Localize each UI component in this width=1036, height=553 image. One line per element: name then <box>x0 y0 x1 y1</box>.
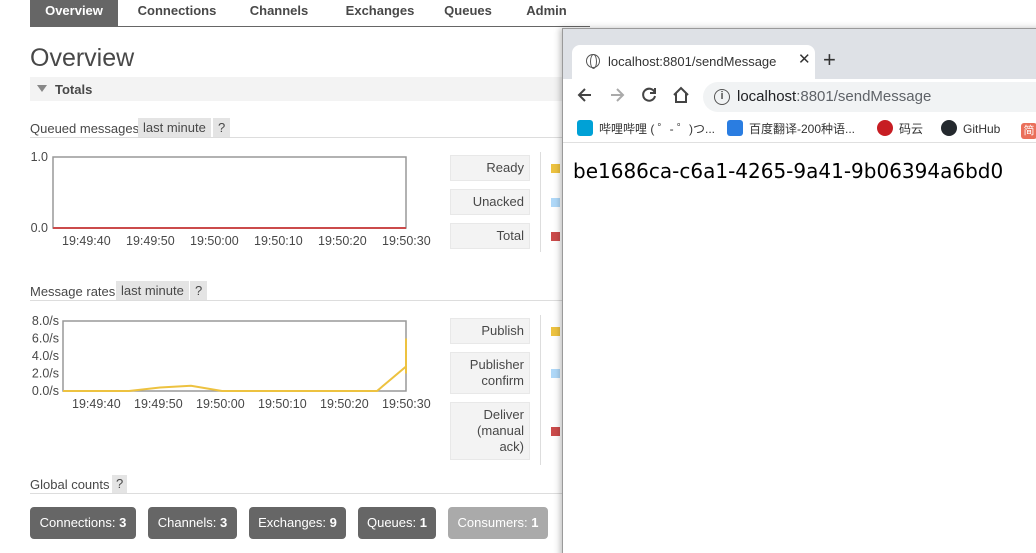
legend-publisher-confirm-swatch <box>551 369 560 378</box>
address-bar[interactable]: i localhost:8801/sendMessage <box>703 82 1036 112</box>
browser-tab-strip: localhost:8801/sendMessage ✕ + <box>563 29 1036 79</box>
legend-publisher-confirm-line-1: Publisher <box>469 357 524 372</box>
bookmark-bilibili-label: 哔哩哔哩 ( ゜- ゜)つ... <box>599 122 715 136</box>
bookmark-baidu-translate-label: 百度翻译-200种语... <box>749 122 856 136</box>
queued-x-tick-label: 19:50:20 <box>318 234 367 248</box>
queued-legend-divider <box>540 152 541 252</box>
legend-unacked: Unacked <box>450 189 530 215</box>
queued-x-tick-label: 19:49:50 <box>126 234 175 248</box>
tab-close-icon[interactable]: ✕ <box>798 50 811 68</box>
bookmark-baidu-translate[interactable]: 百度翻译-200种语... <box>727 120 855 137</box>
rates-x-tick-label: 19:50:20 <box>320 397 369 411</box>
count-exchanges-label: Exchanges: <box>258 515 327 530</box>
count-connections-button[interactable]: Connections: 3 <box>30 507 136 539</box>
count-consumers-button[interactable]: Consumers: 1 <box>448 507 548 539</box>
legend-ready-swatch <box>551 164 560 173</box>
home-icon[interactable] <box>671 85 691 105</box>
legend-publisher-confirm: Publisher confirm <box>450 352 530 394</box>
legend-deliver-swatch <box>551 427 560 436</box>
legend-publisher-confirm-line-2: confirm <box>481 373 524 388</box>
global-counts-help-button[interactable]: ? <box>112 475 128 493</box>
github-icon <box>941 120 957 136</box>
count-channels-value: 3 <box>219 515 228 530</box>
global-counts-header: Global counts ? <box>30 474 570 494</box>
site-info-icon[interactable]: i <box>714 89 730 105</box>
rates-y-tick-label: 4.0/s <box>32 349 59 363</box>
browser-tab-title: localhost:8801/sendMessage <box>608 54 777 69</box>
url-path: :8801/sendMessage <box>796 88 932 105</box>
globe-icon <box>586 54 600 69</box>
bookmark-bilibili[interactable]: 哔哩哔哩 ( ゜- ゜)つ... <box>577 120 715 137</box>
bookmark-jian[interactable]: 简 <box>1021 120 1036 139</box>
url-host: localhost <box>737 88 797 105</box>
new-tab-icon[interactable]: + <box>823 49 836 71</box>
count-queues-button[interactable]: Queues: 1 <box>358 507 436 539</box>
legend-unacked-swatch <box>551 198 560 207</box>
legend-ready: Ready <box>450 155 530 181</box>
legend-deliver-line-1: Deliver <box>483 407 524 422</box>
global-counts-title: Global counts <box>30 477 110 492</box>
rates-y-tick-label: 0.0/s <box>32 384 59 398</box>
count-queues-label: Queues: <box>366 515 417 530</box>
queued-plot-area <box>52 156 407 229</box>
legend-total-swatch <box>551 232 560 241</box>
bookmark-github[interactable]: GitHub <box>941 120 1000 136</box>
rates-legend-divider <box>540 315 541 465</box>
queued-y-tick-label: 0.0 <box>31 221 48 235</box>
bookmarks-bar: 哔哩哔哩 ( ゜- ゜)つ... 百度翻译-200种语... 码云 GitHub… <box>563 115 1036 143</box>
queued-x-tick-label: 19:50:00 <box>190 234 239 248</box>
count-channels-button[interactable]: Channels: 3 <box>148 507 237 539</box>
response-text: be1686ca-c6a1-4265-9a41-9b06394a6bd0 <box>573 159 1004 183</box>
bookmark-github-label: GitHub <box>963 122 1001 136</box>
forward-arrow-icon[interactable] <box>607 85 627 105</box>
reload-icon[interactable] <box>639 85 659 105</box>
legend-publish-swatch <box>551 327 560 336</box>
browser-tab[interactable]: localhost:8801/sendMessage ✕ <box>572 45 815 79</box>
bookmark-gitee-label: 码云 <box>899 122 924 136</box>
count-channels-label: Channels: <box>157 515 217 530</box>
count-consumers-label: Consumers: <box>457 515 528 530</box>
count-exchanges-value: 9 <box>329 515 337 530</box>
address-url[interactable]: localhost:8801/sendMessage <box>737 88 931 105</box>
legend-deliver-line-2: (manual <box>477 423 524 438</box>
queued-x-tick-label: 19:49:40 <box>62 234 111 248</box>
legend-deliver-manual-ack: Deliver (manual ack) <box>450 402 530 460</box>
legend-deliver-line-3: ack) <box>499 439 524 454</box>
rates-x-tick-label: 19:50:00 <box>196 397 245 411</box>
queued-x-tick-label: 19:50:10 <box>254 234 303 248</box>
baidu-translate-icon <box>727 120 743 136</box>
count-consumers-value: 1 <box>531 515 539 530</box>
rates-y-tick-label: 8.0/s <box>32 314 59 328</box>
rates-y-tick-label: 6.0/s <box>32 332 59 346</box>
browser-window: localhost:8801/sendMessage ✕ + i localho… <box>562 28 1036 553</box>
count-exchanges-button[interactable]: Exchanges: 9 <box>249 507 346 539</box>
rates-x-tick-label: 19:49:50 <box>134 397 183 411</box>
browser-toolbar: i localhost:8801/sendMessage <box>563 79 1036 115</box>
rates-plot-area <box>62 320 407 392</box>
bilibili-icon <box>577 120 593 136</box>
queued-x-tick-label: 19:50:30 <box>382 234 431 248</box>
legend-total: Total <box>450 223 530 249</box>
queued-y-tick-label: 1.0 <box>31 150 48 164</box>
rates-x-tick-label: 19:49:40 <box>72 397 121 411</box>
back-arrow-icon[interactable] <box>575 85 595 105</box>
rates-x-tick-label: 19:50:30 <box>382 397 431 411</box>
rates-y-tick-label: 2.0/s <box>32 367 59 381</box>
count-queues-value: 1 <box>419 515 427 530</box>
legend-publish: Publish <box>450 318 530 344</box>
rates-x-tick-label: 19:50:10 <box>258 397 307 411</box>
bookmark-gitee[interactable]: 码云 <box>877 120 923 137</box>
count-connections-value: 3 <box>119 515 127 530</box>
count-connections-label: Connections: <box>39 515 116 530</box>
gitee-icon <box>877 120 893 136</box>
jian-icon: 简 <box>1021 123 1036 139</box>
